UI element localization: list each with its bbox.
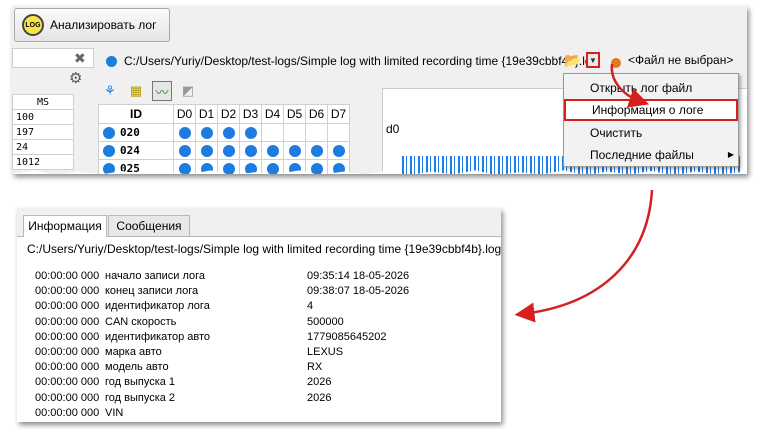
- annotation-arrows: [514, 63, 654, 323]
- menu-arrow: [610, 63, 650, 108]
- panel-arrow: [514, 189, 654, 323]
